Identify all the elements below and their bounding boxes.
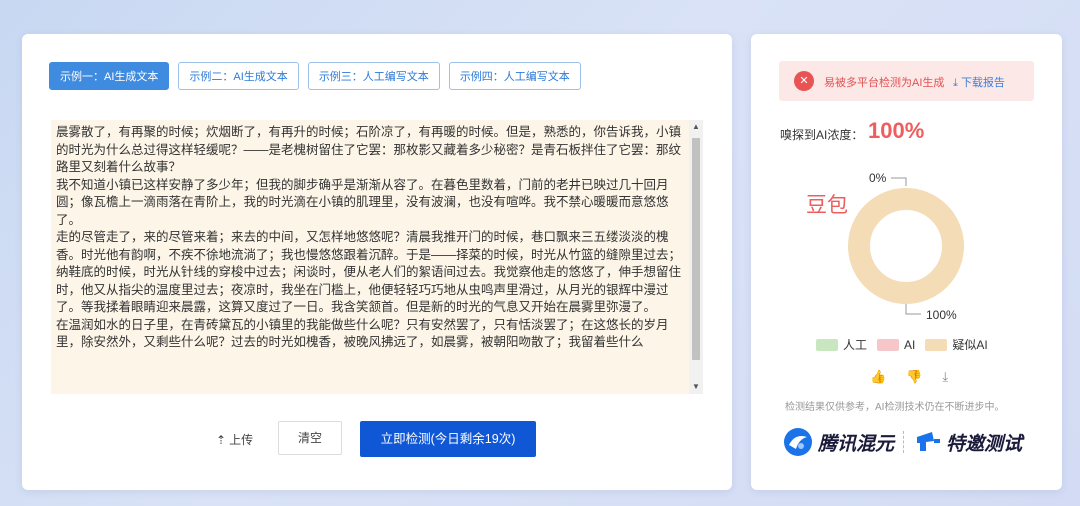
legend-label: 人工	[843, 338, 868, 352]
chart-leader-bottom	[905, 304, 921, 315]
upload-label: 上传	[229, 433, 254, 447]
legend-item-human: 人工	[816, 336, 867, 353]
legend-swatch	[877, 338, 900, 351]
scroll-thumb[interactable]	[692, 138, 700, 360]
clear-button[interactable]: 清空	[278, 421, 342, 455]
text-input-area[interactable]: 晨雾散了，有再聚的时候；炊烟断了，有再升的时候；石阶凉了，有再暖的时候。但是，熟…	[51, 120, 703, 394]
text-paragraph: 晨雾散了，有再聚的时候；炊烟断了，有再升的时候；石阶凉了，有再暖的时候。但是，熟…	[56, 125, 682, 174]
scroll-down-arrow-icon[interactable]: ▼	[689, 380, 703, 394]
concentration-label: 嗅探到AI浓度：	[780, 128, 864, 142]
scrollbar[interactable]: ▲ ▼	[689, 120, 703, 394]
legend-item-ai: AI	[877, 338, 915, 352]
download-report-link[interactable]: ⤓ 下载报告	[953, 74, 1005, 90]
feedback-actions: 👍 👎 ⤓	[870, 369, 948, 385]
brand-name-hunyuan: 腾讯混元	[818, 433, 895, 455]
text-paragraph: 在温润如水的日子里，在青砖黛瓦的小镇里的我能做些什么呢？只有安然罢了，只有恬淡罢…	[56, 317, 669, 350]
download-icon[interactable]: ⤓	[942, 369, 948, 385]
close-circle-icon: ✕	[794, 71, 814, 91]
tab-example-2[interactable]: 示例二：AI生成文本	[178, 62, 299, 90]
tab-example-4[interactable]: 示例四：人工编写文本	[448, 62, 581, 90]
chart-leader-top	[891, 177, 907, 186]
upload-icon: ⇡	[216, 432, 227, 447]
brand-name-invite-test: 特邀测试	[946, 433, 1023, 455]
brand-divider	[903, 431, 905, 453]
text-content: 晨雾散了，有再聚的时候；炊烟断了，有再升的时候；石阶凉了，有再暖的时候。但是，熟…	[56, 124, 686, 352]
donut-chart: 豆包 0% 100%	[806, 171, 964, 322]
example-tabs: 示例一：AI生成文本 示例二：AI生成文本 示例三：人工编写文本 示例四：人工编…	[49, 62, 581, 90]
concentration-value: 100%	[868, 118, 925, 143]
legend-swatch	[816, 338, 838, 351]
chart-label-bottom: 100%	[926, 308, 957, 322]
chart-label-top: 0%	[869, 171, 887, 185]
legend-label: AI	[904, 337, 916, 352]
disclaimer-text: 检测结果仅供参考，AI检测技术仍在不断进步中。	[785, 402, 1005, 413]
legend-swatch	[925, 338, 948, 351]
alert-text: 易被多平台检测为AI生成	[824, 77, 945, 89]
chart-legend: 人工 AI 疑似AI	[816, 336, 998, 353]
top-clipped-text	[20, 0, 480, 6]
tab-example-1[interactable]: 示例一：AI生成文本	[49, 62, 170, 90]
hunyuan-logo-icon	[784, 428, 812, 456]
model-label: 豆包	[806, 194, 848, 217]
donut-slice-疑似AI	[848, 188, 964, 304]
brand-bar: 腾讯混元 特邀测试	[783, 427, 1022, 457]
input-panel: 示例一：AI生成文本 示例二：AI生成文本 示例三：人工编写文本 示例四：人工编…	[22, 34, 732, 490]
thumbs-down-icon[interactable]: 👎	[906, 369, 922, 385]
invite-test-logo-icon	[917, 432, 941, 451]
text-paragraph: 走的尽管走了，来的尽管来着；来去的中间，又怎样地悠悠呢？清晨我推开门的时候，巷口…	[56, 230, 682, 314]
scroll-up-arrow-icon[interactable]: ▲	[689, 120, 703, 134]
legend-item-suspected-ai: 疑似AI	[925, 336, 988, 353]
upload-button[interactable]: ⇡ 上传	[216, 431, 253, 448]
detect-button[interactable]: 立即检测(今日剩余19次)	[360, 421, 536, 457]
result-alert: ✕ 易被多平台检测为AI生成 ⤓ 下载报告	[779, 61, 1034, 101]
result-panel: ✕ 易被多平台检测为AI生成 ⤓ 下载报告 嗅探到AI浓度： 100% 豆包 0…	[751, 34, 1062, 490]
download-label: 下载报告	[960, 77, 1005, 89]
text-paragraph: 我不知道小镇已这样安静了多少年；但我的脚步确乎是渐渐从容了。在暮色里数着，门前的…	[56, 177, 669, 227]
legend-label: 疑似AI	[952, 338, 988, 352]
tab-example-3[interactable]: 示例三：人工编写文本	[307, 62, 440, 90]
download-icon: ⤓	[953, 77, 958, 89]
thumbs-up-icon[interactable]: 👍	[870, 369, 886, 385]
donut-slices	[848, 188, 964, 304]
